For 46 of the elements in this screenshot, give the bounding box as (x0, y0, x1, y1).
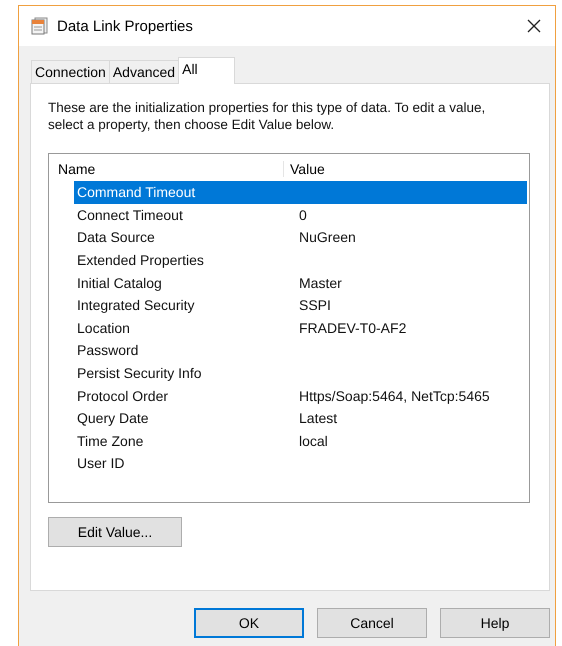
property-row[interactable]: Extended Properties (74, 248, 527, 272)
property-name: Protocol Order (76, 388, 170, 404)
property-row[interactable]: Command Timeout (74, 181, 527, 204)
property-row[interactable]: Time Zone local (74, 430, 527, 452)
property-value: SSPI (298, 297, 331, 314)
column-header[interactable]: Name (50, 161, 284, 177)
dialog-button[interactable]: Help (440, 608, 550, 638)
property-value: Https/Soap:5464, NetTcp:5465 (298, 388, 490, 404)
property-row[interactable]: Data Source NuGreen (74, 226, 527, 249)
description-text: These are the initialization properties for this type of data. To edit a value, select a property, then choose Edit Value below. (48, 99, 486, 133)
property-row[interactable]: Protocol Order Https/Soap:5464, NetTcp:5465 (74, 384, 527, 407)
property-name: Initial Catalog (76, 274, 163, 291)
property-name: Persist Security Info (76, 365, 202, 382)
property-value: 0 (298, 206, 307, 223)
tab[interactable]: All (178, 57, 236, 84)
property-name: Location (76, 320, 131, 336)
tab[interactable]: Connection (31, 60, 110, 83)
property-name: Time Zone (76, 432, 144, 449)
dialog-button[interactable]: Cancel (317, 608, 427, 638)
property-row[interactable]: Integrated Security SSPI (74, 294, 527, 317)
edit-value-button[interactable]: Edit Value... (48, 517, 182, 547)
property-row[interactable]: Location FRADEV-T0-AF2 (74, 316, 527, 340)
document-icon (31, 17, 49, 35)
property-value: Latest (298, 410, 338, 426)
property-name: Password (76, 342, 140, 358)
property-name: Query Date (76, 410, 150, 426)
property-name: Data Source (76, 229, 156, 246)
property-row[interactable]: Query Date Latest (74, 406, 527, 430)
property-row[interactable]: Persist Security Info (74, 362, 527, 384)
property-name: Connect Timeout (76, 206, 184, 223)
property-row[interactable]: Connect Timeout 0 (74, 204, 527, 226)
property-value: Master (298, 274, 342, 291)
property-row[interactable]: Password (74, 339, 527, 362)
property-name: User ID (76, 455, 126, 472)
property-name: Command Timeout (76, 184, 196, 200)
property-value: local (298, 432, 328, 449)
property-value: NuGreen (298, 229, 356, 246)
property-name: Integrated Security (76, 297, 196, 314)
property-row[interactable]: Initial Catalog Master (74, 271, 527, 294)
window-title: Data Link Properties (57, 18, 194, 34)
property-row[interactable]: User ID (74, 452, 527, 475)
close-icon (527, 19, 541, 33)
column-header[interactable]: Value (284, 161, 325, 177)
property-value: FRADEV-T0-AF2 (298, 320, 406, 336)
dialog-button[interactable]: OK (194, 608, 304, 638)
property-name: Extended Properties (76, 252, 205, 268)
